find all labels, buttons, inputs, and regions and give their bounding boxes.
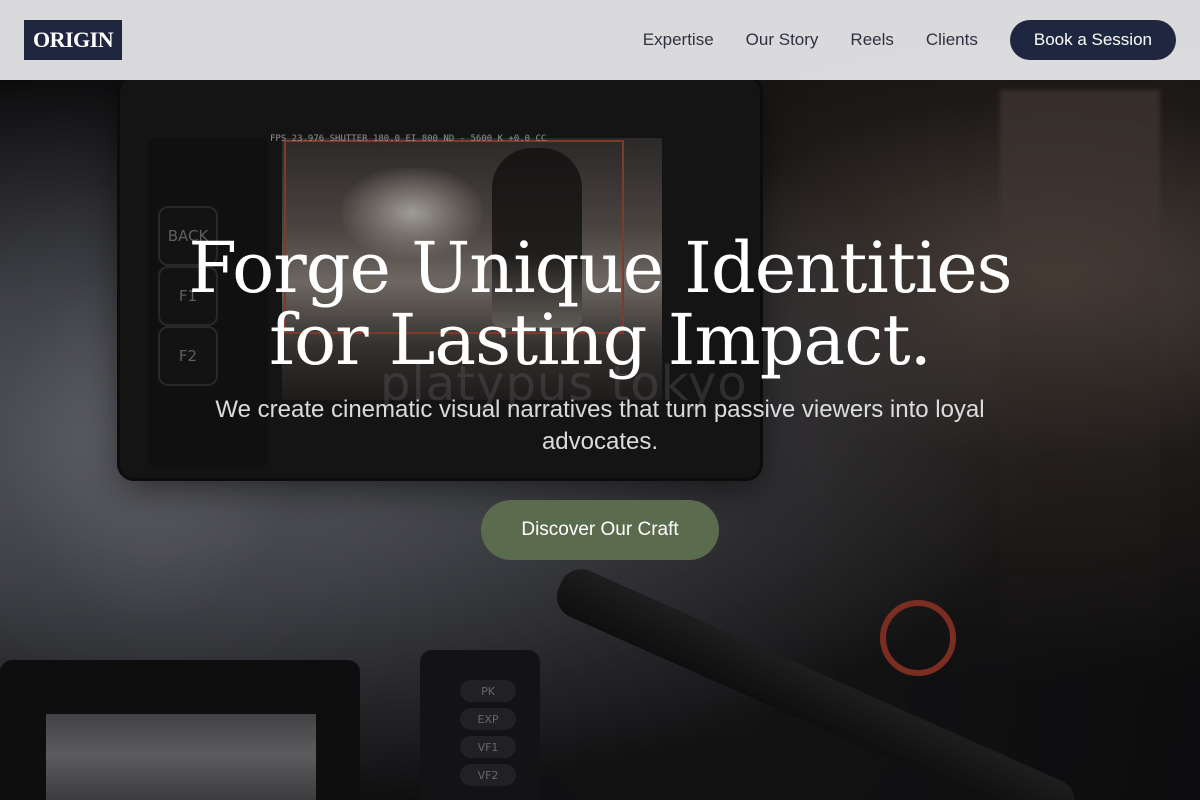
- hero-title-line-2: for Lasting Impact.: [269, 299, 932, 381]
- book-session-button[interactable]: Book a Session: [1009, 20, 1176, 60]
- logo[interactable]: ORIGIN: [24, 20, 123, 60]
- nav-link-our-story[interactable]: Our Story: [746, 30, 819, 50]
- hero-content: Forge Unique Identities for Lasting Impa…: [0, 232, 1200, 560]
- nav-link-clients[interactable]: Clients: [926, 30, 978, 50]
- hero-subtitle: We create cinematic visual narratives th…: [215, 396, 985, 455]
- main-nav: Expertise Our Story Reels Clients Book a…: [643, 20, 1176, 60]
- hero-title: Forge Unique Identities for Lasting Impa…: [150, 232, 1050, 376]
- nav-link-expertise[interactable]: Expertise: [643, 30, 714, 50]
- hero-title-line-1: Forge Unique Identities: [188, 227, 1012, 309]
- nav-link-reels[interactable]: Reels: [850, 30, 893, 50]
- site-header: ORIGIN Expertise Our Story Reels Clients…: [0, 0, 1200, 80]
- discover-craft-button[interactable]: Discover Our Craft: [481, 500, 719, 560]
